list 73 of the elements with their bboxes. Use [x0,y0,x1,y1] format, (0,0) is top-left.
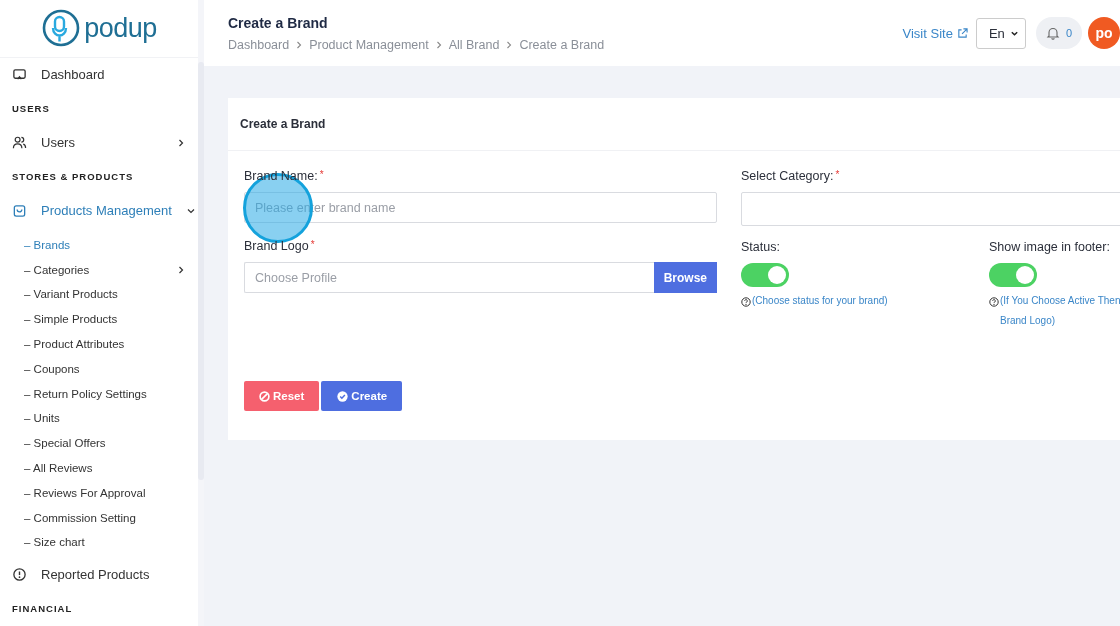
field-label: Status: [741,240,780,254]
hint-text: (Choose status for your brand) [752,294,888,308]
bag-icon [12,203,27,219]
field-label: Select Category: * [741,169,840,183]
bell-icon [1045,26,1060,40]
logo-text: podup [84,12,157,44]
sidebar-item[interactable]: Dashboard [0,57,198,92]
chevron-icon [434,40,443,49]
chevron-icon [176,264,186,275]
item-label: – Simple Products [24,313,119,326]
item-label: – All Reviews [24,462,94,475]
card-title: Create a Brand [240,117,326,131]
toggle-switch[interactable] [989,263,1037,287]
monitor-icon [12,66,27,82]
alert-icon [12,567,27,583]
item-label: Products Management [41,203,172,219]
submenu-item[interactable]: – Brands [0,232,198,258]
section-heading: STORES & PRODUCTS [11,170,135,185]
page-title: Create a Brand [228,14,329,31]
submenu-item[interactable]: – Simple Products [0,306,198,332]
submenu-item[interactable]: – Reviews For Approval [0,480,198,506]
field-label: Brand Logo * [244,239,315,253]
submenu-item[interactable]: – All Reviews [0,455,198,481]
check-circle-icon [337,390,349,402]
submenu-item[interactable]: – Return Policy Settings [0,381,198,407]
help-icon [741,297,751,307]
submenu-item[interactable]: – Categories [0,257,198,283]
item-label: – Reviews For Approval [24,486,147,499]
item-label: – Special Offers [24,437,107,450]
submenu-item[interactable]: – Commission Setting [0,505,198,531]
sidebar-item[interactable]: Reported Products [0,557,198,592]
file-path-field[interactable]: Choose Profile [244,262,654,293]
chevron-icon [176,137,186,148]
item-label: – Brands [24,238,72,251]
chevron-icon [505,40,514,49]
create-button[interactable]: Create [321,381,403,411]
sidebar-item[interactable]: Users [0,125,198,160]
item-label: Users [41,135,76,151]
visit-site-link[interactable]: Visit Site [902,25,968,41]
item-label: – Units [24,412,61,425]
submenu-item[interactable]: – Product Attributes [0,331,198,357]
toggle-switch[interactable] [741,263,789,287]
submenu-item[interactable]: – Size chart [0,530,198,555]
language-select[interactable]: En [975,17,1026,49]
item-label: – Coupons [24,362,81,375]
submenu-item[interactable]: – Variant Products [0,282,198,307]
notifications-button[interactable]: 0 [1035,17,1082,49]
notification-count: 0 [1065,27,1072,39]
submenu-item[interactable]: – Coupons [0,356,198,382]
item-label: – Return Policy Settings [24,387,148,400]
users-icon [12,135,27,151]
microphone-logo-icon [41,8,82,49]
hint-text: (If You Choose Active Then Brand Logo) [1000,294,1120,328]
section-heading: USERS [11,102,51,116]
category-select[interactable] [741,192,1120,226]
ban-icon [259,390,270,402]
external-link-icon [956,27,968,39]
item-label: – Variant Products [24,288,119,301]
help-icon [989,297,999,307]
submenu-item[interactable]: – Special Offers [0,430,198,456]
chevron-icon [295,40,304,49]
breadcrumb: Create a Brand [519,37,605,52]
field-label: Show image in footer: [989,240,1110,254]
item-label: Dashboard [41,66,106,82]
sidebar-item[interactable]: Products Management [0,193,198,228]
item-label: Reported Products [41,567,151,583]
item-label: – Categories [24,263,91,276]
browse-button[interactable]: Browse [653,262,717,293]
item-label: – Size chart [24,536,86,549]
section-heading: FINANCIAL [11,602,74,617]
item-label: – Commission Setting [24,511,137,524]
submenu-item[interactable]: – Units [0,406,198,431]
item-label: – Product Attributes [24,338,126,351]
